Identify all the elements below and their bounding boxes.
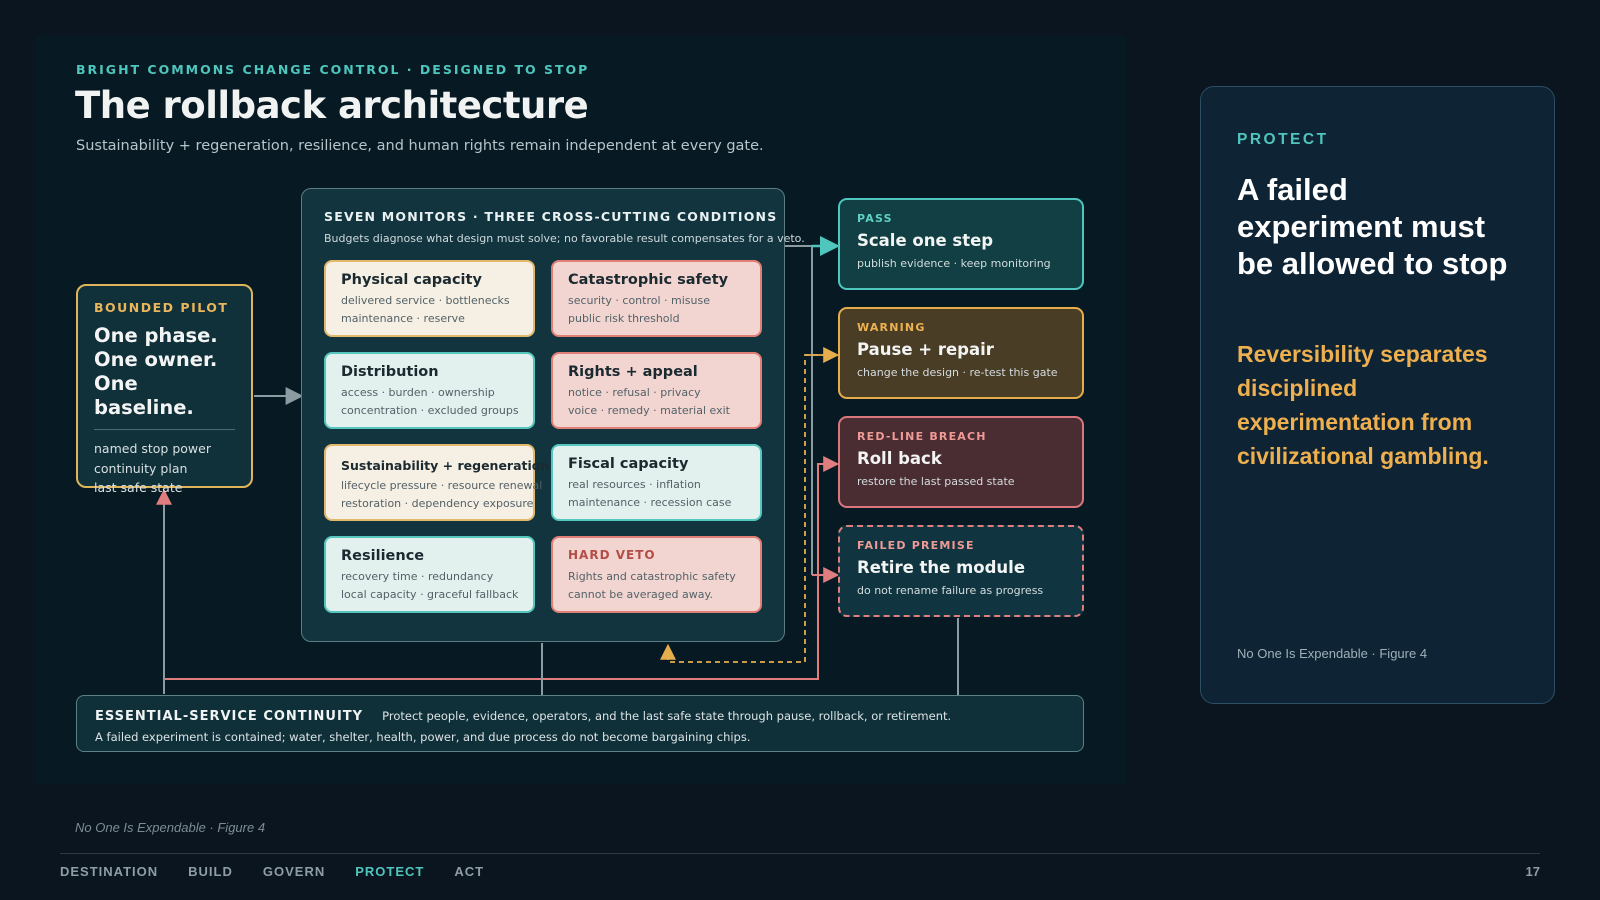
card-line: security · control · misuse [568, 294, 711, 307]
footer-divider [60, 853, 1540, 854]
card-line: concentration · excluded groups [341, 404, 519, 417]
outcome-pass-box: PASS Scale one step publish evidence · k… [838, 198, 1084, 290]
card-line: delivered service · bottlenecks [341, 294, 510, 307]
section-nav: DESTINATION BUILD GOVERN PROTECT ACT [60, 864, 484, 879]
nav-item-govern[interactable]: GOVERN [263, 864, 325, 879]
protect-headline: A failed experiment must be allowed to s… [1237, 172, 1508, 281]
outcome-warning-box: WARNING Pause + repair change the design… [838, 307, 1084, 399]
monitor-card-catastrophic-safety: Catastrophic safety security · control ·… [551, 260, 762, 337]
card-title: HARD VETO [568, 548, 656, 562]
card-title: Resilience [341, 548, 425, 564]
continuity-bar: ESSENTIAL-SERVICE CONTINUITY Protect peo… [76, 695, 1084, 752]
protect-card: PROTECT A failed experiment must be allo… [1200, 86, 1555, 704]
card-line: public risk threshold [568, 312, 680, 325]
continuity-line2: A failed experiment is contained; water,… [95, 730, 751, 744]
pilot-divider [94, 429, 235, 430]
monitor-card-hard-veto: HARD VETO Rights and catastrophic safety… [551, 536, 762, 613]
continuity-desc: Protect people, evidence, operators, and… [382, 709, 952, 723]
pilot-item: last safe state [94, 480, 183, 495]
pilot-kicker: BOUNDED PILOT [94, 300, 229, 315]
outcome-kicker: WARNING [857, 321, 926, 334]
card-line: Rights and catastrophic safety [568, 570, 736, 583]
protect-quote: Reversibility separates disciplined expe… [1237, 341, 1489, 469]
bounded-pilot-box: BOUNDED PILOT One phase. One owner. One … [76, 284, 253, 495]
card-title: Sustainability + regeneration [341, 458, 550, 473]
outcome-desc: do not rename failure as progress [857, 584, 1044, 597]
monitors-panel: SEVEN MONITORS · THREE CROSS-CUTTING CON… [301, 188, 805, 642]
card-title: Rights + appeal [568, 364, 698, 380]
card-line: lifecycle pressure · resource renewal [341, 479, 543, 492]
card-line: local capacity · graceful fallback [341, 588, 519, 601]
monitor-card-sustainability: Sustainability + regeneration lifecycle … [324, 444, 550, 521]
monitor-card-distribution: Distribution access · burden · ownership… [324, 352, 535, 429]
outcome-title: Pause + repair [857, 340, 994, 359]
card-title: Distribution [341, 364, 439, 380]
outcome-kicker: RED-LINE BREACH [857, 430, 987, 443]
monitors-title: SEVEN MONITORS · THREE CROSS-CUTTING CON… [324, 209, 778, 224]
nav-item-build[interactable]: BUILD [188, 864, 233, 879]
outcome-title: Roll back [857, 449, 942, 468]
protect-kicker: PROTECT [1237, 131, 1329, 148]
pilot-headline-line: One owner. [94, 348, 218, 371]
continuity-row: ESSENTIAL-SERVICE CONTINUITY Protect peo… [95, 705, 1065, 724]
card-line: voice · remedy · material exit [568, 404, 730, 417]
outcome-breach-box: RED-LINE BREACH Roll back restore the la… [838, 416, 1084, 508]
outcome-title: Scale one step [857, 231, 994, 250]
continuity-title: ESSENTIAL-SERVICE CONTINUITY [95, 709, 364, 724]
outcome-kicker: PASS [857, 212, 893, 225]
card-line: cannot be averaged away. [568, 588, 713, 601]
outcome-desc: restore the last passed state [857, 475, 1015, 488]
monitor-card-rights-appeal: Rights + appeal notice · refusal · priva… [551, 352, 762, 429]
card-title: Catastrophic safety [568, 272, 729, 288]
nav-item-protect[interactable]: PROTECT [355, 864, 424, 879]
pilot-item: continuity plan [94, 460, 188, 476]
card-line: notice · refusal · privacy [568, 386, 701, 399]
pilot-headline-line: One phase. [94, 324, 218, 347]
card-line: real resources · inflation [568, 478, 701, 491]
card-title: Fiscal capacity [568, 456, 689, 472]
pilot-headline-line: One baseline. [94, 372, 194, 419]
footer-credit: No One Is Expendable · Figure 4 [75, 820, 266, 835]
monitor-card-fiscal-capacity: Fiscal capacity real resources · inflati… [551, 444, 762, 521]
outcome-desc: publish evidence · keep monitoring [857, 257, 1051, 270]
outcome-desc: change the design · re-test this gate [857, 366, 1058, 379]
page-number: 17 [1525, 864, 1540, 879]
page-title: The rollback architecture [75, 84, 589, 127]
page-subtitle: Sustainability + regeneration, resilienc… [76, 138, 764, 154]
monitor-card-resilience: Resilience recovery time · redundancy lo… [324, 536, 535, 613]
card-line: maintenance · recession case [568, 496, 732, 509]
outcome-kicker: FAILED PREMISE [857, 539, 975, 552]
nav-item-act[interactable]: ACT [454, 864, 484, 879]
card-line: recovery time · redundancy [341, 570, 494, 583]
card-title: Physical capacity [341, 272, 482, 288]
card-line: restoration · dependency exposure [341, 497, 534, 510]
pilot-headline: One phase. One owner. One baseline. [94, 324, 235, 420]
card-line: maintenance · reserve [341, 312, 465, 325]
monitor-card-physical-capacity: Physical capacity delivered service · bo… [324, 260, 535, 337]
outcome-title: Retire the module [857, 558, 1026, 577]
pilot-item: named stop power [94, 441, 211, 456]
header-kicker: BRIGHT COMMONS CHANGE CONTROL · DESIGNED… [76, 62, 590, 77]
outcome-failed-premise-box: FAILED PREMISE Retire the module do not … [838, 525, 1084, 617]
monitors-subtitle: Budgets diagnose what design must solve;… [324, 232, 805, 245]
card-line: access · burden · ownership [341, 386, 495, 399]
protect-credit: No One Is Expendable · Figure 4 [1237, 646, 1428, 661]
nav-item-destination[interactable]: DESTINATION [60, 864, 158, 879]
